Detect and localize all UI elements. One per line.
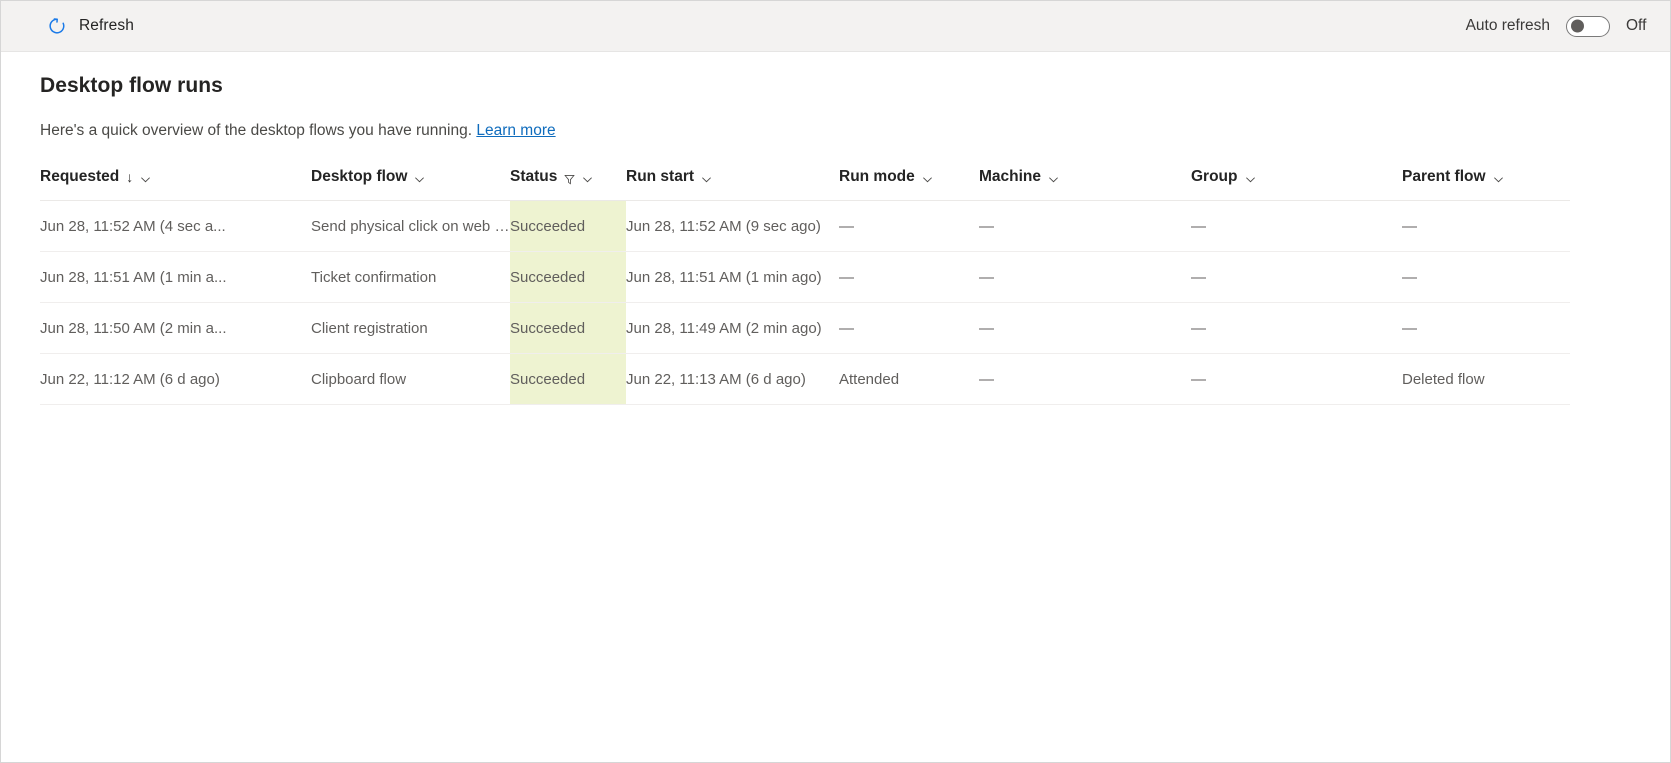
cell-desktop-flow[interactable]: Send physical click on web e... [311,201,510,252]
cell-run-mode: — [839,201,979,252]
cell-run-start: Jun 22, 11:13 AM (6 d ago) [626,354,839,405]
column-header-requested[interactable]: Requested ↓ [40,168,311,201]
table-row[interactable]: Jun 28, 11:52 AM (4 sec a... Send physic… [40,201,1570,252]
desktop-flow-runs-table: Requested ↓ Desktop flow [40,168,1570,405]
cell-run-start: Jun 28, 11:49 AM (2 min ago) [626,303,839,354]
table-body: Jun 28, 11:52 AM (4 sec a... Send physic… [40,201,1570,405]
column-header-run-start[interactable]: Run start [626,168,839,201]
column-header-label: Run start [626,168,694,186]
chevron-down-icon[interactable] [1245,172,1256,183]
column-header-machine[interactable]: Machine [979,168,1191,201]
runs-table-container: Requested ↓ Desktop flow [1,168,1670,405]
page-description-text: Here's a quick overview of the desktop f… [40,122,472,139]
table-header: Requested ↓ Desktop flow [40,168,1570,201]
column-header-status[interactable]: Status [510,168,626,201]
sort-ascending-icon: ↓ [126,169,133,185]
cell-parent-flow: Deleted flow [1402,354,1570,405]
command-bar: Refresh Auto refresh Off [1,1,1670,52]
chevron-down-icon[interactable] [582,172,593,183]
learn-more-link[interactable]: Learn more [476,122,555,139]
filter-icon[interactable] [564,172,575,183]
cell-requested[interactable]: Jun 28, 11:51 AM (1 min a... [40,252,311,303]
chevron-down-icon[interactable] [1048,172,1059,183]
cell-group: — [1191,201,1402,252]
main-content: Desktop flow runs Here's a quick overvie… [1,52,1670,405]
cell-machine: — [979,201,1191,252]
cell-run-mode: — [839,252,979,303]
column-header-group[interactable]: Group [1191,168,1402,201]
cell-run-start: Jun 28, 11:51 AM (1 min ago) [626,252,839,303]
column-header-parent-flow[interactable]: Parent flow [1402,168,1570,201]
column-header-label: Parent flow [1402,168,1486,186]
table-row[interactable]: Jun 22, 11:12 AM (6 d ago) Clipboard flo… [40,354,1570,405]
cell-run-mode: — [839,303,979,354]
column-header-desktop-flow[interactable]: Desktop flow [311,168,510,201]
table-row[interactable]: Jun 28, 11:51 AM (1 min a... Ticket conf… [40,252,1570,303]
chevron-down-icon[interactable] [414,172,425,183]
refresh-label: Refresh [79,17,134,35]
cell-machine: — [979,303,1191,354]
cell-requested[interactable]: Jun 28, 11:50 AM (2 min a... [40,303,311,354]
refresh-button[interactable]: Refresh [39,10,142,42]
cell-status: Succeeded [510,354,626,405]
toggle-thumb [1571,20,1584,33]
cell-run-start: Jun 28, 11:52 AM (9 sec ago) [626,201,839,252]
table-row[interactable]: Jun 28, 11:50 AM (2 min a... Client regi… [40,303,1570,354]
cell-group: — [1191,252,1402,303]
cell-group: — [1191,303,1402,354]
cell-group: — [1191,354,1402,405]
auto-refresh-state: Off [1626,17,1648,35]
column-header-label: Group [1191,168,1238,186]
chevron-down-icon[interactable] [1493,172,1504,183]
cell-requested[interactable]: Jun 22, 11:12 AM (6 d ago) [40,354,311,405]
cell-parent-flow: — [1402,303,1570,354]
auto-refresh-group: Auto refresh Off [1466,16,1648,37]
cell-machine: — [979,354,1191,405]
column-header-label: Desktop flow [311,168,407,186]
cell-desktop-flow[interactable]: Clipboard flow [311,354,510,405]
column-header-run-mode[interactable]: Run mode [839,168,979,201]
cell-machine: — [979,252,1191,303]
cell-status: Succeeded [510,303,626,354]
cell-parent-flow: — [1402,201,1570,252]
auto-refresh-label: Auto refresh [1466,17,1550,35]
cell-desktop-flow[interactable]: Client registration [311,303,510,354]
page-description: Here's a quick overview of the desktop f… [1,98,1670,140]
chevron-down-icon[interactable] [922,172,933,183]
page-title: Desktop flow runs [1,52,1670,98]
cell-desktop-flow[interactable]: Ticket confirmation [311,252,510,303]
cell-status: Succeeded [510,252,626,303]
column-header-label: Status [510,168,557,186]
cell-run-mode: Attended [839,354,979,405]
chevron-down-icon[interactable] [140,172,151,183]
column-header-label: Run mode [839,168,915,186]
cell-parent-flow: — [1402,252,1570,303]
column-header-label: Requested [40,168,119,186]
cell-status: Succeeded [510,201,626,252]
refresh-circular-arrow-icon [47,16,67,36]
column-header-label: Machine [979,168,1041,186]
auto-refresh-toggle[interactable] [1566,16,1610,37]
cell-requested[interactable]: Jun 28, 11:52 AM (4 sec a... [40,201,311,252]
chevron-down-icon[interactable] [701,172,712,183]
desktop-flow-runs-page: Refresh Auto refresh Off Desktop flow ru… [0,0,1671,763]
table-header-row: Requested ↓ Desktop flow [40,168,1570,201]
